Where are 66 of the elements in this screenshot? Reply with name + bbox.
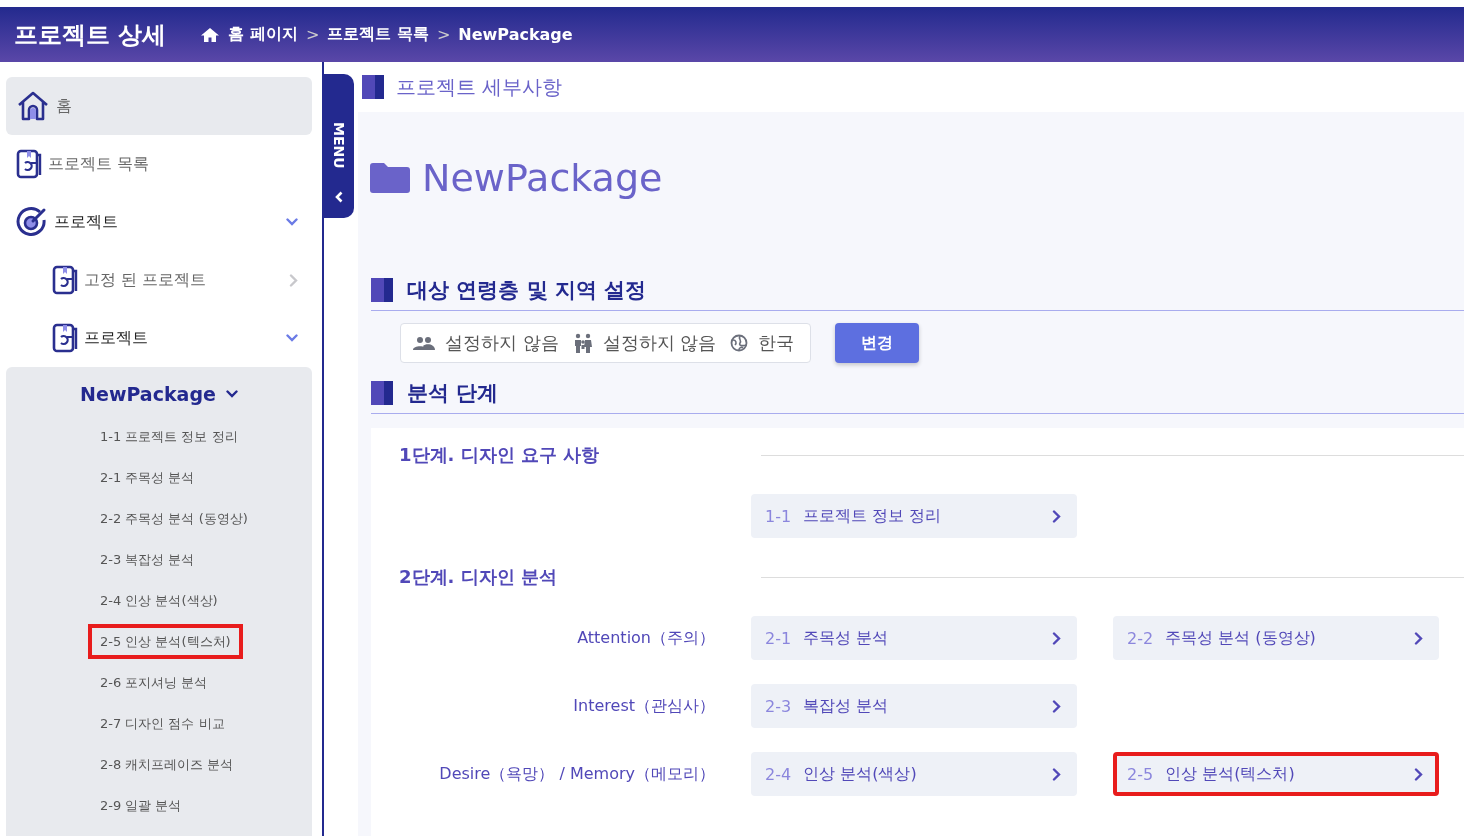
home-icon <box>200 26 221 43</box>
breadcrumb-separator: > <box>305 25 320 44</box>
menu-tab[interactable]: MENU <box>324 74 354 218</box>
step-button[interactable]: 2-1 주목성 분석 <box>751 616 1077 660</box>
setting-value: 설정하지 않음 <box>445 331 559 355</box>
setting-value: 한국 <box>758 331 795 355</box>
chevron-left-icon <box>334 190 344 203</box>
step-button[interactable]: 2-5 인상 분석(텍스처) <box>1113 752 1439 796</box>
section-heading: 분석 단계 <box>407 380 499 407</box>
row-label: Attention（주의） <box>576 627 715 649</box>
sidebar-subitem[interactable]: 2-8 캐치프레이즈 분석 <box>88 747 246 782</box>
breadcrumb-link[interactable]: 프로젝트 목록 <box>327 24 429 45</box>
chevron-down-icon <box>286 334 298 342</box>
chevron-right-icon <box>1414 631 1423 645</box>
section-title: 프로젝트 세부사항 <box>396 73 563 101</box>
row-label: Interest（관심사） <box>572 695 715 717</box>
sidebar-subitem[interactable]: 1-1 프로젝트 정보 정리 <box>88 419 250 454</box>
step-button[interactable]: 1-1 프로젝트 정보 정리 <box>751 494 1077 538</box>
step-button[interactable]: 2-2 주목성 분석 (동영상) <box>1113 616 1439 660</box>
globe-icon <box>730 334 749 352</box>
sidebar-subitem[interactable]: 2-3 복잡성 분석 <box>88 542 207 577</box>
sidebar-item[interactable]: 홈 <box>6 77 312 135</box>
chevron-right-icon <box>289 273 298 287</box>
chevron-down-icon <box>286 218 298 226</box>
package-item[interactable]: NewPackage <box>6 375 312 413</box>
sidebar-item[interactable]: 프로젝트 목록 <box>6 135 312 193</box>
sidebar-item[interactable]: 프로젝트 <box>6 309 312 367</box>
people-icon <box>413 336 435 350</box>
stage-title: 1단계. 디자인 요구 사항 <box>399 443 601 467</box>
family-icon <box>572 333 593 353</box>
sidebar-subitem[interactable]: 2-4 인상 분석(색상) <box>88 583 230 618</box>
chevron-right-icon <box>1052 767 1061 781</box>
sidebar-subitem[interactable]: 2-2 주목성 분석 (동영상) <box>88 501 260 536</box>
book-icon <box>52 323 78 353</box>
target-icon <box>16 206 48 238</box>
change-button[interactable]: 변경 <box>835 323 920 363</box>
section-heading: 대상 연령층 및 지역 설정 <box>407 277 647 304</box>
breadcrumb-separator: > <box>436 25 451 44</box>
package-name: NewPackage <box>422 156 663 200</box>
sidebar-subitem[interactable]: 2-5 인상 분석(텍스처) <box>88 624 243 659</box>
sidebar-subitem[interactable]: 2-7 디자인 점수 비교 <box>88 706 237 741</box>
breadcrumb-link[interactable]: NewPackage <box>458 25 573 44</box>
stage-title: 2단계. 디자인 분석 <box>399 565 558 589</box>
section-marker <box>371 381 393 405</box>
chevron-right-icon <box>1052 699 1061 713</box>
section-marker <box>371 278 393 302</box>
sidebar-subitem[interactable]: 2-9 일괄 분석 <box>88 788 194 823</box>
step-button[interactable]: 2-3 복잡성 분석 <box>751 684 1077 728</box>
sidebar-subitem[interactable]: 2-1 주목성 분석 <box>88 460 207 495</box>
setting-value: 설정하지 않음 <box>602 331 717 355</box>
chevron-down-icon <box>225 390 238 398</box>
chevron-right-icon <box>1414 767 1423 781</box>
chevron-right-icon <box>1052 631 1061 645</box>
step-button[interactable]: 2-4 인상 분석(색상) <box>751 752 1077 796</box>
section-marker <box>362 75 384 99</box>
book-icon <box>16 149 42 179</box>
folder-icon <box>370 163 410 193</box>
row-label: Desire（욕망） / Memory（메모리） <box>438 763 715 785</box>
sidebar-item[interactable]: 고정 된 프로젝트 <box>6 251 312 309</box>
page-title: 프로젝트 상세 <box>14 19 167 51</box>
sidebar-subitem[interactable]: 2-6 포지셔닝 분석 <box>88 665 220 700</box>
house-icon <box>16 90 50 122</box>
book-icon <box>52 265 78 295</box>
chevron-right-icon <box>1052 509 1061 523</box>
sidebar-item[interactable]: 프로젝트 <box>6 193 312 251</box>
breadcrumb-link[interactable]: 홈 페이지 <box>228 24 298 45</box>
